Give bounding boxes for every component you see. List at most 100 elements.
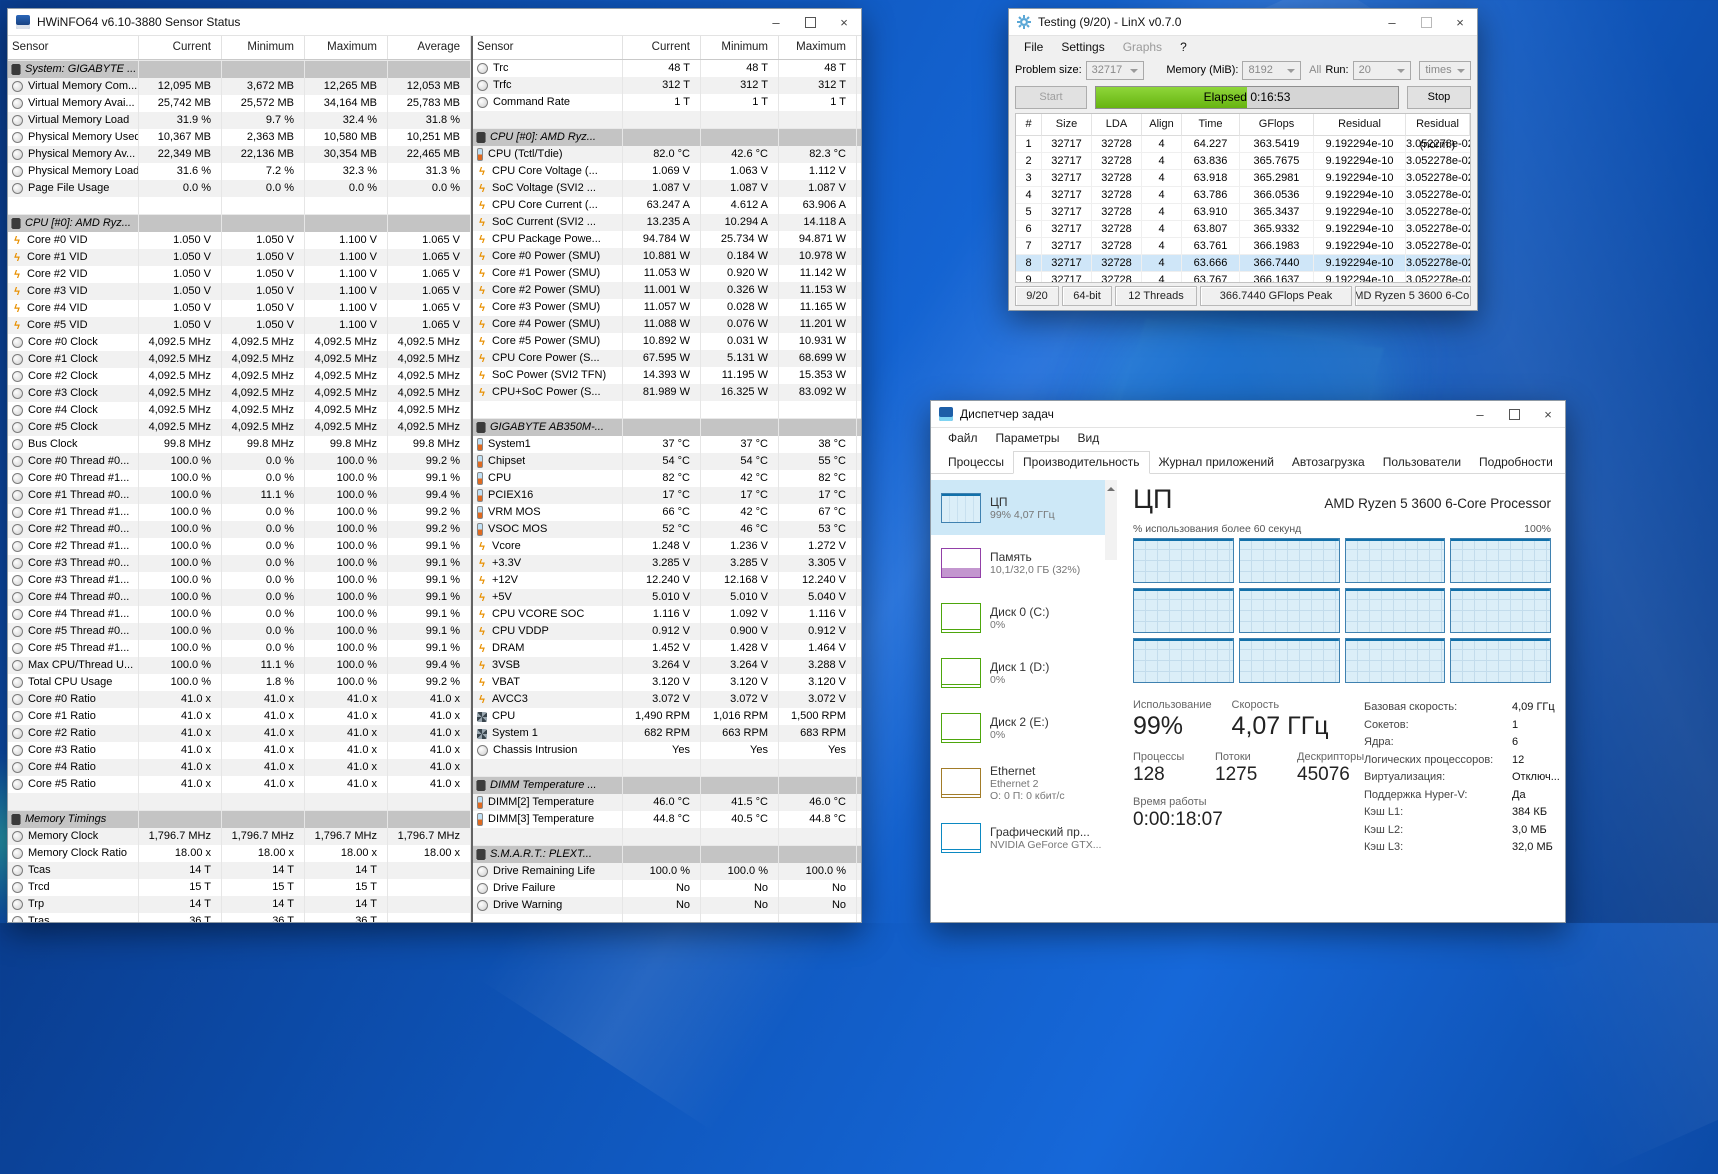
sensor-section-row[interactable]: Memory Timings (8, 810, 471, 828)
column-header[interactable]: Sensor (473, 36, 623, 59)
stop-button[interactable]: Stop (1407, 85, 1471, 109)
close-icon[interactable]: × (827, 9, 861, 35)
column-header[interactable]: Maximum (779, 36, 857, 59)
sensor-row[interactable]: Core #2 Clock 4,092.5 MHz 4,092.5 MHz 4,092… (8, 368, 471, 385)
run-unit-select[interactable]: times (1419, 60, 1471, 80)
sidebar-item-disk[interactable]: Диск 1 (D:) 0% (931, 645, 1117, 700)
sidebar-item-disk[interactable]: Диск 2 (E:) 0% (931, 700, 1117, 755)
sensor-section-row[interactable]: System: GIGABYTE ... (8, 60, 471, 78)
sensor-row[interactable]: Core #4 Ratio 41.0 x 41.0 x 41.0 x 41.0 x (8, 759, 471, 776)
sensor-row[interactable]: Drive Remaining Life 100.0 % 100.0 % 100.0 … (473, 863, 861, 880)
sensor-row[interactable]: Core #1 Ratio 41.0 x 41.0 x 41.0 x 41.0 x (8, 708, 471, 725)
sensor-row[interactable]: CPU VDDP 0.912 V0.900 V0.912 V (473, 623, 861, 640)
sensor-row[interactable]: Vcore 1.248 V1.236 V1.272 V (473, 538, 861, 555)
sensor-row[interactable]: Drive Failure No No No (473, 880, 861, 897)
sensor-row[interactable]: Core #5 Power (SMU) 10.892 W0.031 W10.931… (473, 333, 861, 350)
sensor-row[interactable]: Core #3 Ratio 41.0 x 41.0 x 41.0 x 41.0 x (8, 742, 471, 759)
sensor-row[interactable]: Drive Warning No No No (473, 897, 861, 914)
sensor-row[interactable]: CPU Core Current (... 63.247 A4.612 A63.9… (473, 197, 861, 214)
result-row[interactable]: 1 32717 32728 4 64.227 363.5419 9.192294e-10 3.… (1016, 136, 1470, 153)
sensor-row[interactable]: Core #4 VID1.050 V1.050 V1.100 V1.065 V (8, 300, 471, 317)
sensor-row[interactable]: Core #2 Thread #0... 100.0 % 0.0 % 100.0 % 9… (8, 521, 471, 538)
sensor-row[interactable]: Memory Clock Ratio 18.00 x 18.00 x 18.00 x1… (8, 845, 471, 862)
column-header[interactable]: LDA (1092, 114, 1142, 136)
sidebar-item-gpu[interactable]: Графический пр... NVIDIA GeForce GTX... (931, 810, 1117, 865)
sidebar-item-cpu[interactable]: ЦП 99% 4,07 ГГц (931, 480, 1117, 535)
column-header[interactable]: Minimum (222, 36, 305, 59)
tab-6[interactable]: Службы (1562, 452, 1565, 473)
sensor-row[interactable]: Core #3 Thread #1... 100.0 % 0.0 % 100.0 % 9… (8, 572, 471, 589)
sensor-blank-row[interactable] (473, 914, 861, 922)
sensor-row[interactable]: VRM MOS 66 °C 42 °C 67 °C (473, 504, 861, 521)
sensor-row[interactable]: Core #4 Thread #1... 100.0 % 0.0 % 100.0 % 9… (8, 606, 471, 623)
tab-2[interactable]: Журнал приложений (1150, 452, 1283, 473)
sensor-blank-row[interactable] (473, 828, 861, 845)
minimize-icon[interactable]: – (1463, 401, 1497, 427)
sensor-row[interactable]: CPU Core Power (S... 67.595 W5.131 W68.69… (473, 350, 861, 367)
sensor-row[interactable]: Core #3 Thread #0... 100.0 % 0.0 % 100.0 % 9… (8, 555, 471, 572)
sensor-row[interactable]: CPU Package Powe... 94.784 W25.734 W94.87… (473, 231, 861, 248)
sensor-row[interactable]: +3.3V3.285 V3.285 V3.305 V (473, 555, 861, 572)
maximize-icon[interactable] (1497, 401, 1531, 427)
sensor-row[interactable]: Core #1 Clock 4,092.5 MHz 4,092.5 MHz 4,092… (8, 351, 471, 368)
sensor-row[interactable]: DRAM 1.452 V1.428 V1.464 V (473, 640, 861, 657)
sensor-row[interactable]: Tras 36 T 36 T 36 T (8, 913, 471, 922)
sensor-blank-row[interactable] (8, 793, 471, 810)
column-header[interactable]: Current (139, 36, 222, 59)
memory-select[interactable]: 8192 (1242, 60, 1302, 80)
maximize-icon[interactable] (1409, 9, 1443, 35)
sensor-row[interactable]: Core #0 Power (SMU) 10.881 W0.184 W10.978… (473, 248, 861, 265)
sensor-row[interactable]: Core #4 Clock 4,092.5 MHz 4,092.5 MHz 4,092… (8, 402, 471, 419)
tab-4[interactable]: Пользователи (1374, 452, 1470, 473)
sensor-row[interactable]: Memory Clock 1,796.7 MHz 1,796.7 MHz 1,796.… (8, 828, 471, 845)
column-header[interactable]: Time (1182, 114, 1240, 136)
column-header[interactable]: Current (623, 36, 701, 59)
sensor-row[interactable]: Physical Memory Used 10,367 MB 2,363 MB 10,… (8, 129, 471, 146)
result-row[interactable]: 9 32717 32728 4 63.767 366.1637 9.192294e-10 3.… (1016, 272, 1470, 282)
column-header[interactable]: Minimum (701, 36, 779, 59)
sensor-row[interactable]: CPU VCORE SOC 1.116 V1.092 V1.116 V (473, 606, 861, 623)
sensor-row[interactable]: +5V5.010 V5.010 V5.040 V (473, 589, 861, 606)
sensor-section-row[interactable]: S.M.A.R.T.: PLEXT... (473, 845, 861, 863)
result-row[interactable]: 7 32717 32728 4 63.761 366.1983 9.192294e-10 3.… (1016, 238, 1470, 255)
column-header[interactable]: Maximum (305, 36, 388, 59)
scroll-up-icon[interactable] (1107, 483, 1115, 491)
column-header[interactable]: Residual (norm.) (1406, 114, 1470, 151)
menu-item-file[interactable]: File (1015, 40, 1052, 54)
sensor-row[interactable]: Virtual Memory Avai... 25,742 MB 25,572 MB… (8, 95, 471, 112)
close-icon[interactable]: × (1531, 401, 1565, 427)
sensor-row[interactable]: Core #0 VID1.050 V1.050 V1.100 V1.065 V (8, 232, 471, 249)
column-header[interactable]: # (1016, 114, 1042, 136)
column-header[interactable]: GFlops (1240, 114, 1314, 136)
result-row[interactable]: 6 32717 32728 4 63.807 365.9332 9.192294e-10 3.… (1016, 221, 1470, 238)
sensor-row[interactable]: DIMM[3] Temperature 44.8 °C 40.5 °C 44.8 °C (473, 811, 861, 828)
menu-item-?[interactable]: ? (1171, 40, 1196, 54)
tab-0[interactable]: Процессы (939, 452, 1013, 473)
sensor-section-row[interactable]: CPU [#0]: AMD Ryz... (8, 214, 471, 232)
sensor-blank-row[interactable] (473, 401, 861, 418)
result-row[interactable]: 5 32717 32728 4 63.910 365.3437 9.192294e-10 3.… (1016, 204, 1470, 221)
sensor-row[interactable]: Trfc 312 T 312 T 312 T (473, 77, 861, 94)
sensor-blank-row[interactable] (473, 759, 861, 776)
sensor-section-row[interactable]: DIMM Temperature ... (473, 776, 861, 794)
column-header[interactable]: Size (1042, 114, 1092, 136)
minimize-icon[interactable]: – (1375, 9, 1409, 35)
sensor-row[interactable]: Core #1 Thread #1... 100.0 % 0.0 % 100.0 % 9… (8, 504, 471, 521)
sensor-row[interactable]: Trcd 15 T 15 T 15 T (8, 879, 471, 896)
menu-item-graphs[interactable]: Graphs (1114, 40, 1171, 54)
start-button[interactable]: Start (1015, 85, 1087, 109)
close-icon[interactable]: × (1443, 9, 1477, 35)
sensor-row[interactable]: Total CPU Usage 100.0 % 1.8 % 100.0 % 99.2 % (8, 674, 471, 691)
sensor-section-row[interactable]: CPU [#0]: AMD Ryz... (473, 128, 861, 146)
sensor-row[interactable]: CPU (Tctl/Tdie) 82.0 °C 42.6 °C 82.3 °C (473, 146, 861, 163)
sensor-row[interactable]: Trc 48 T 48 T 48 T (473, 60, 861, 77)
sensor-row[interactable]: Tcas 14 T 14 T 14 T (8, 862, 471, 879)
sensor-row[interactable]: Virtual Memory Load 31.9 % 9.7 % 32.4 % 31.8… (8, 112, 471, 129)
sensor-section-row[interactable]: GIGABYTE AB350M-... (473, 418, 861, 436)
column-header[interactable]: Align (1142, 114, 1182, 136)
run-count-select[interactable]: 20 (1352, 60, 1412, 80)
menu-item[interactable]: Параметры (987, 431, 1069, 445)
maximize-icon[interactable] (793, 9, 827, 35)
sensor-row[interactable]: Core #3 Clock 4,092.5 MHz 4,092.5 MHz 4,092… (8, 385, 471, 402)
sensor-row[interactable]: Core #2 Thread #1... 100.0 % 0.0 % 100.0 % 9… (8, 538, 471, 555)
